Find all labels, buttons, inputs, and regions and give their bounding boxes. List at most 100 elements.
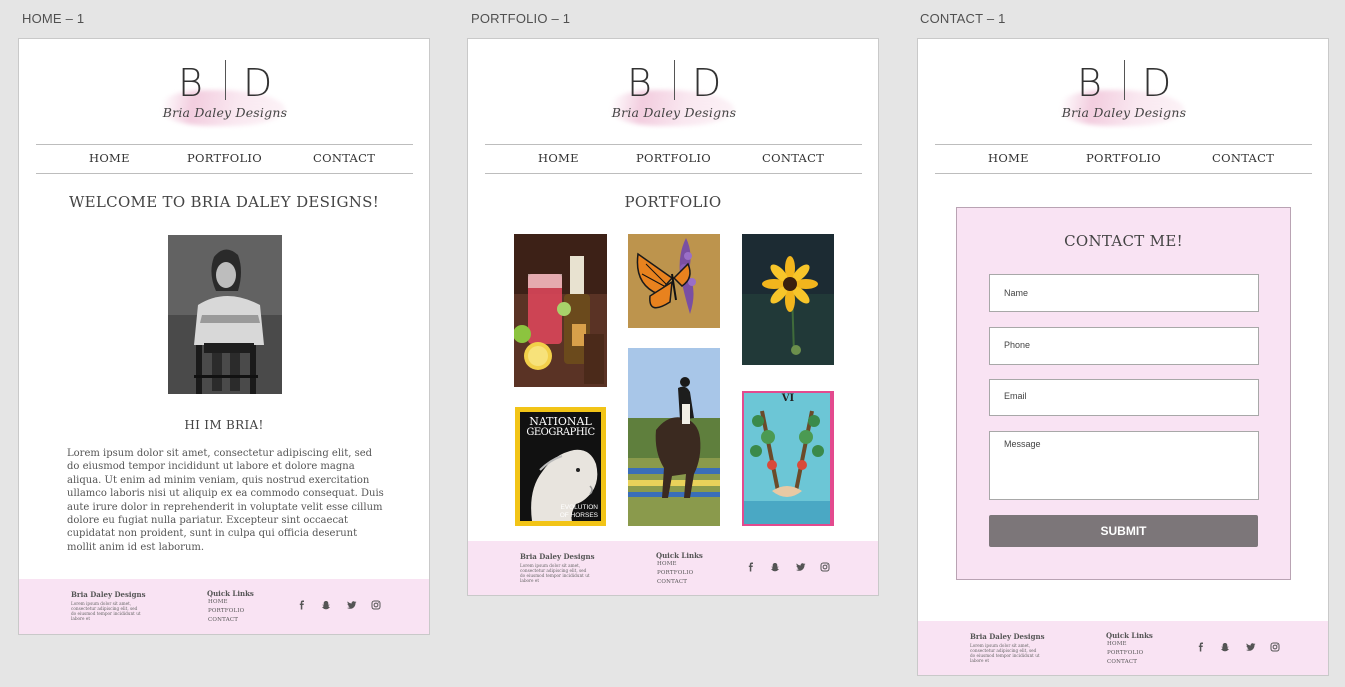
- logo-divider: [674, 60, 675, 100]
- nav-contact[interactable]: CONTACT: [762, 151, 824, 165]
- logo: B D Bria Daley Designs: [161, 60, 289, 130]
- tarot-numeral: VI: [781, 393, 795, 404]
- logo-script: Bria Daley Designs: [611, 105, 737, 120]
- tarot-illustration: [744, 393, 830, 524]
- tarot-card[interactable]: VI: [742, 391, 834, 526]
- footer-text: Lorem ipsum dolor sit amet, consectetur …: [970, 643, 1040, 663]
- footer-link-portfolio[interactable]: PORTFOLIO: [208, 608, 244, 614]
- logo: B D Bria Daley Designs: [610, 60, 738, 130]
- magazine-cover-line-2: OF HORSES: [559, 512, 598, 519]
- logo-letter-d: D: [692, 61, 722, 105]
- butterfly-photo[interactable]: [628, 234, 720, 328]
- artboard-label-portfolio[interactable]: PORTFOLIO – 1: [471, 11, 570, 26]
- phone-field[interactable]: Phone: [989, 327, 1259, 365]
- email-placeholder: Email: [1004, 391, 1027, 401]
- message-placeholder: Message: [1004, 439, 1041, 449]
- nav-bar: HOME PORTFOLIO CONTACT: [36, 144, 413, 174]
- nav-portfolio[interactable]: PORTFOLIO: [187, 151, 262, 165]
- submit-button[interactable]: SUBMIT: [989, 515, 1258, 547]
- artboard-portfolio[interactable]: B D Bria Daley Designs HOME PORTFOLIO CO…: [467, 38, 879, 596]
- horse-jumping-illustration: [628, 348, 720, 526]
- artboard-label-home[interactable]: HOME – 1: [22, 11, 84, 26]
- footer-brand: Bria Daley Designs: [970, 632, 1045, 641]
- page-title: WELCOME TO BRIA DALEY DESIGNS!: [68, 193, 380, 211]
- facebook-icon[interactable]: [1196, 642, 1206, 652]
- page-title: PORTFOLIO: [624, 193, 722, 211]
- footer-link-home[interactable]: HOME: [657, 561, 677, 567]
- nav-home[interactable]: HOME: [988, 151, 1029, 165]
- magazine-masthead-2: GEOGRAPHIC: [526, 427, 595, 438]
- magazine-masthead-1: NATIONAL: [529, 415, 592, 428]
- nav-portfolio[interactable]: PORTFOLIO: [636, 151, 711, 165]
- portrait-illustration: [168, 235, 282, 394]
- logo: B D Bria Daley Designs: [1060, 60, 1188, 130]
- snapchat-icon[interactable]: [1220, 642, 1230, 652]
- logo-script: Bria Daley Designs: [1061, 105, 1187, 120]
- twitter-icon[interactable]: [796, 562, 806, 572]
- contact-title: CONTACT ME!: [1064, 232, 1183, 250]
- logo-letter-d: D: [1142, 61, 1172, 105]
- nav-bar: HOME PORTFOLIO CONTACT: [485, 144, 862, 174]
- footer-text: Lorem ipsum dolor sit amet, consectetur …: [71, 601, 141, 621]
- nav-portfolio[interactable]: PORTFOLIO: [1086, 151, 1161, 165]
- facebook-icon[interactable]: [297, 600, 307, 610]
- footer: Bria Daley Designs Lorem ipsum dolor sit…: [468, 541, 878, 595]
- magazine-cover-line-1: EVOLUTION: [560, 504, 598, 511]
- magazine-cover[interactable]: NATIONAL GEOGRAPHIC EVOLUTION OF HORSES: [515, 407, 606, 526]
- nav-home[interactable]: HOME: [538, 151, 579, 165]
- footer-link-home[interactable]: HOME: [208, 599, 228, 605]
- nav-home[interactable]: HOME: [89, 151, 130, 165]
- logo-divider: [1124, 60, 1125, 100]
- footer-brand: Bria Daley Designs: [71, 590, 146, 599]
- facebook-icon[interactable]: [746, 562, 756, 572]
- footer-link-contact[interactable]: CONTACT: [1107, 659, 1137, 665]
- intro-paragraph: Lorem ipsum dolor sit amet, consectetur …: [67, 448, 384, 553]
- footer-link-contact[interactable]: CONTACT: [208, 617, 238, 623]
- drinks-illustration: [514, 234, 607, 387]
- footer: Bria Daley Designs Lorem ipsum dolor sit…: [19, 579, 429, 634]
- butterfly-illustration: [628, 234, 720, 328]
- logo-letter-b: B: [178, 61, 203, 105]
- footer-link-contact[interactable]: CONTACT: [657, 579, 687, 585]
- instagram-icon[interactable]: [1270, 642, 1280, 652]
- footer-link-portfolio[interactable]: PORTFOLIO: [657, 570, 693, 576]
- instagram-icon[interactable]: [371, 600, 381, 610]
- footer: Bria Daley Designs Lorem ipsum dolor sit…: [918, 621, 1328, 675]
- twitter-icon[interactable]: [1246, 642, 1256, 652]
- name-placeholder: Name: [1004, 288, 1029, 298]
- email-field[interactable]: Email: [989, 379, 1259, 416]
- logo-script: Bria Daley Designs: [162, 105, 288, 120]
- footer-link-home[interactable]: HOME: [1107, 641, 1127, 647]
- instagram-icon[interactable]: [820, 562, 830, 572]
- nav-bar: HOME PORTFOLIO CONTACT: [935, 144, 1312, 174]
- artboard-contact[interactable]: B D Bria Daley Designs HOME PORTFOLIO CO…: [917, 38, 1329, 676]
- portrait-photo: [168, 235, 282, 394]
- footer-brand: Bria Daley Designs: [520, 552, 595, 561]
- nav-contact[interactable]: CONTACT: [1212, 151, 1274, 165]
- snapchat-icon[interactable]: [321, 600, 331, 610]
- magazine-inner: NATIONAL GEOGRAPHIC EVOLUTION OF HORSES: [520, 412, 601, 521]
- flower-illustration: [742, 234, 834, 365]
- logo-divider: [225, 60, 226, 100]
- nav-contact[interactable]: CONTACT: [313, 151, 375, 165]
- artboard-home[interactable]: B D Bria Daley Designs HOME PORTFOLIO CO…: [18, 38, 430, 635]
- logo-letter-b: B: [1077, 61, 1102, 105]
- flower-photo[interactable]: [742, 234, 834, 365]
- logo-letter-d: D: [243, 61, 273, 105]
- message-field[interactable]: Message: [989, 431, 1259, 500]
- drinks-photo[interactable]: [514, 234, 607, 387]
- footer-quick-links: Quick Links: [207, 589, 254, 598]
- footer-quick-links: Quick Links: [1106, 631, 1153, 640]
- footer-text: Lorem ipsum dolor sit amet, consectetur …: [520, 563, 590, 583]
- twitter-icon[interactable]: [347, 600, 357, 610]
- logo-letter-b: B: [627, 61, 652, 105]
- name-field[interactable]: Name: [989, 274, 1259, 312]
- artboard-label-contact[interactable]: CONTACT – 1: [920, 11, 1006, 26]
- footer-link-portfolio[interactable]: PORTFOLIO: [1107, 650, 1143, 656]
- intro-heading: HI IM BRIA!: [184, 418, 264, 432]
- footer-quick-links: Quick Links: [656, 551, 703, 560]
- snapchat-icon[interactable]: [770, 562, 780, 572]
- phone-placeholder: Phone: [1004, 340, 1031, 350]
- contact-form: CONTACT ME! Name Phone Email Message SUB…: [956, 207, 1291, 580]
- horse-jumping-photo[interactable]: [628, 348, 720, 526]
